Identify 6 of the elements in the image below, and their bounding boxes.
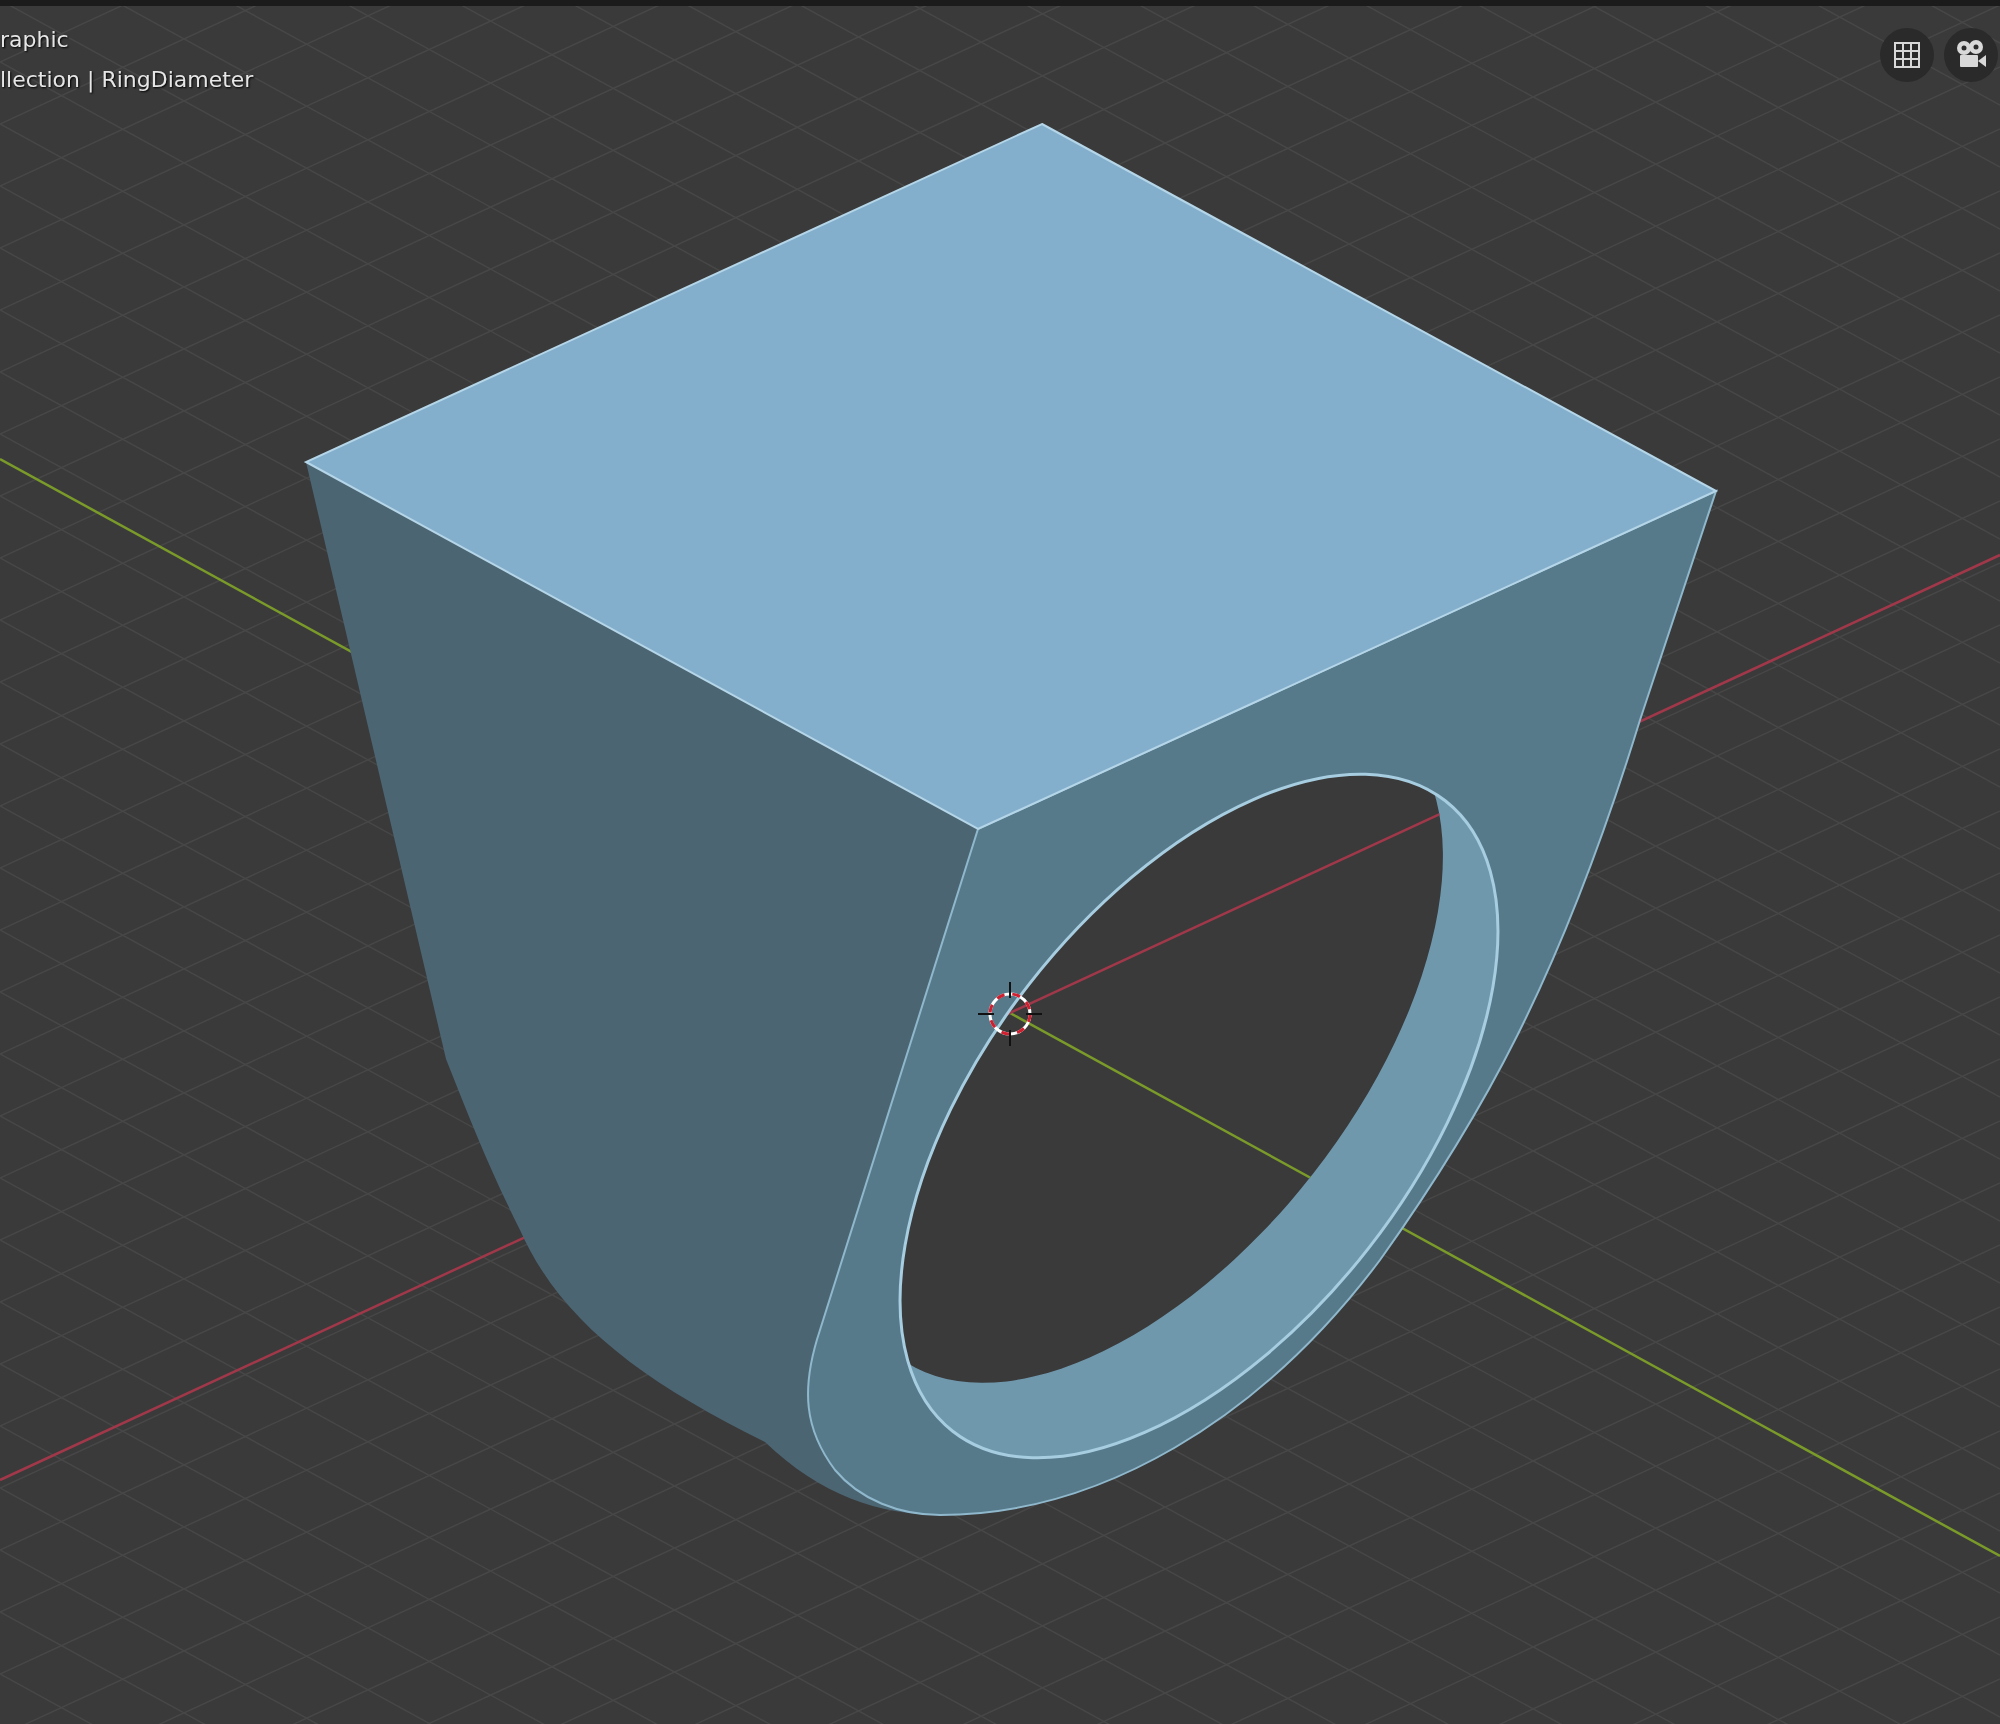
3d-cursor-icon — [977, 981, 1043, 1047]
grid-icon — [1893, 41, 1921, 69]
grid-toggle-button[interactable] — [1880, 28, 1934, 82]
viewport-info-text: raphic — [0, 26, 70, 54]
viewport-info-text: llection | RingDiameter — [0, 66, 254, 94]
camera-view-button[interactable] — [1944, 28, 1998, 82]
